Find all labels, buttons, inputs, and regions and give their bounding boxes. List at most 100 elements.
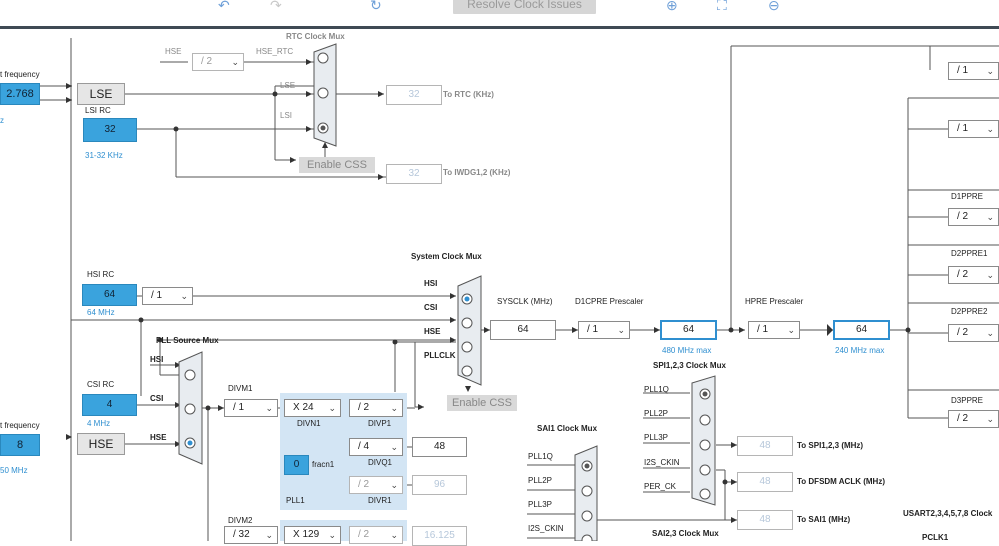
sai-in-pll3p: PLL3P [528, 500, 553, 509]
lse-unit-label: z [0, 116, 4, 125]
d1ppre-select[interactable]: / 2 ⌄ [948, 208, 999, 226]
chevron-down-icon: ⌄ [986, 66, 994, 76]
lsi-rc-value: 32 [83, 118, 137, 142]
d2ppre1-select[interactable]: / 2 ⌄ [948, 266, 999, 284]
sysclk-value[interactable]: 64 [490, 320, 556, 340]
d2ppre1-label: D2PPRE1 [951, 249, 988, 258]
usart-mux-title: USART2,3,4,5,7,8 Clock [903, 509, 993, 518]
spi-in-i2s-ckin: I2S_CKIN [644, 458, 680, 467]
lse-frequency-input[interactable]: 2.768 [0, 83, 40, 105]
sysmux-hsi-label: HSI [424, 279, 438, 288]
d2ppre2-select[interactable]: / 2 ⌄ [948, 324, 999, 342]
chevron-down-icon: ⌄ [265, 403, 273, 413]
rtc-hse-label: HSE [165, 47, 182, 56]
lse-input-frequency-label: t frequency [0, 70, 40, 79]
divp2-select[interactable]: / 2 ⌄ [349, 526, 403, 544]
divr1-select[interactable]: / 2 ⌄ [349, 476, 403, 494]
spi-in-pll2p: PLL2P [644, 409, 669, 418]
sai-in-pll1q: PLL1Q [528, 452, 553, 461]
chevron-down-icon: ⌄ [180, 291, 188, 301]
chevron-down-icon: ⌄ [986, 212, 994, 222]
pll1-label: PLL1 [286, 496, 305, 505]
sai23-mux-title: SAI2,3 Clock Mux [652, 529, 719, 538]
sysmux-csi-label: CSI [424, 303, 438, 312]
divn1-label: DIVN1 [297, 419, 321, 428]
chevron-down-icon: ⌄ [986, 414, 994, 424]
dfsdm-output-label: To DFSDM ACLK (MHz) [797, 477, 885, 486]
d1-max-label: 480 MHz max [662, 346, 712, 355]
lsi-rc-label: LSI RC [85, 106, 111, 115]
lse-button[interactable]: LSE [77, 83, 125, 105]
hpre-value[interactable]: 64 [833, 320, 890, 340]
rtc-lsi-label: LSI [280, 111, 293, 120]
divn1-select[interactable]: X 24 ⌄ [284, 399, 341, 417]
top-divider-2[interactable]: / 1 ⌄ [948, 120, 999, 138]
pll-hsi-label: HSI [150, 355, 164, 364]
hpre-label: HPRE Prescaler [745, 297, 804, 306]
hsi-rc-label: HSI RC [87, 270, 115, 279]
sai1-mux-title: SAI1 Clock Mux [537, 424, 598, 433]
hpre-select[interactable]: / 1 ⌄ [748, 321, 800, 339]
rtc-enable-css-button[interactable]: Enable CSS [299, 157, 375, 173]
rtc-output-value: 32 [386, 85, 442, 105]
iwdg-output-value: 32 [386, 164, 442, 184]
divr1-label: DIVR1 [368, 496, 392, 505]
sysclk-label: SYSCLK (MHz) [497, 297, 553, 306]
hse-rtc-label: HSE_RTC [256, 47, 294, 56]
chevron-down-icon: ⌄ [617, 325, 625, 335]
spi-mux-title: SPI1,2,3 Clock Mux [653, 361, 726, 370]
d1-clock-value[interactable]: 64 [660, 320, 717, 340]
divm2-label: DIVM2 [228, 516, 253, 525]
rtc-output-label: To RTC (KHz) [443, 90, 494, 99]
hse-frequency-input[interactable]: 8 [0, 434, 40, 456]
spi-in-per-ck: PER_CK [644, 482, 677, 491]
iwdg-output-label: To IWDG1,2 (KHz) [443, 168, 511, 177]
divq1-select[interactable]: / 4 ⌄ [349, 438, 403, 456]
divm1-select[interactable]: / 1 ⌄ [224, 399, 278, 417]
d2ppre2-label: D2PPRE2 [951, 307, 988, 316]
divn2-select[interactable]: X 129 ⌄ [284, 526, 341, 544]
spi-output: 48 [737, 436, 793, 456]
sai1-output-label: To SAI1 (MHz) [797, 515, 851, 524]
rtc-hse-divider[interactable]: / 2 ⌄ [192, 53, 244, 71]
hsi-divider-select[interactable]: / 1 ⌄ [142, 287, 193, 305]
chevron-down-icon: ⌄ [986, 328, 994, 338]
sysmux-hse-label: HSE [424, 327, 441, 336]
divq1-output: 48 [412, 437, 467, 457]
divp1-select[interactable]: / 2 ⌄ [349, 399, 403, 417]
chevron-down-icon: ⌄ [328, 403, 336, 413]
divp2-output: 16.125 [412, 526, 467, 546]
pll-csi-label: CSI [150, 394, 164, 403]
divm1-label: DIVM1 [228, 384, 253, 393]
d3ppre-label: D3PPRE [951, 396, 984, 405]
system-clock-mux-title: System Clock Mux [411, 252, 482, 261]
divq1-label: DIVQ1 [368, 458, 393, 467]
spi-in-pll3p: PLL3P [644, 433, 669, 442]
divm2-select[interactable]: / 32 ⌄ [224, 526, 278, 544]
spi-in-pll1q: PLL1Q [644, 385, 669, 394]
csi-frequency-label: 4 MHz [87, 419, 111, 428]
chevron-down-icon: ⌄ [787, 325, 795, 335]
chevron-down-icon: ⌄ [390, 442, 398, 452]
hsi-rc-value: 64 [82, 284, 137, 306]
hse-range-label: 50 MHz [0, 466, 28, 475]
sys-enable-css-button[interactable]: Enable CSS [447, 395, 517, 411]
fracn1-input[interactable]: 0 [284, 455, 309, 475]
chevron-down-icon: ⌄ [231, 57, 239, 67]
rtc-lse-label: LSE [280, 81, 296, 90]
d1cpre-select[interactable]: / 1 ⌄ [578, 321, 630, 339]
csi-rc-label: CSI RC [87, 380, 115, 389]
spi-output-label: To SPI1,2,3 (MHz) [797, 441, 864, 450]
fracn1-label: fracn1 [312, 460, 335, 469]
chevron-down-icon: ⌄ [986, 124, 994, 134]
sai-in-pll2p: PLL2P [528, 476, 553, 485]
divp1-label: DIVP1 [368, 419, 392, 428]
hpre-max-label: 240 MHz max [835, 346, 885, 355]
pclk1-label: PCLK1 [922, 533, 949, 542]
d1ppre-label: D1PPRE [951, 192, 984, 201]
hse-button[interactable]: HSE [77, 433, 125, 455]
hsi-frequency-label: 64 MHz [87, 308, 115, 317]
sai-in-i2s-ckin: I2S_CKIN [528, 524, 564, 533]
d3ppre-select[interactable]: / 2 ⌄ [948, 410, 999, 428]
top-divider-1[interactable]: / 1 ⌄ [948, 62, 999, 80]
